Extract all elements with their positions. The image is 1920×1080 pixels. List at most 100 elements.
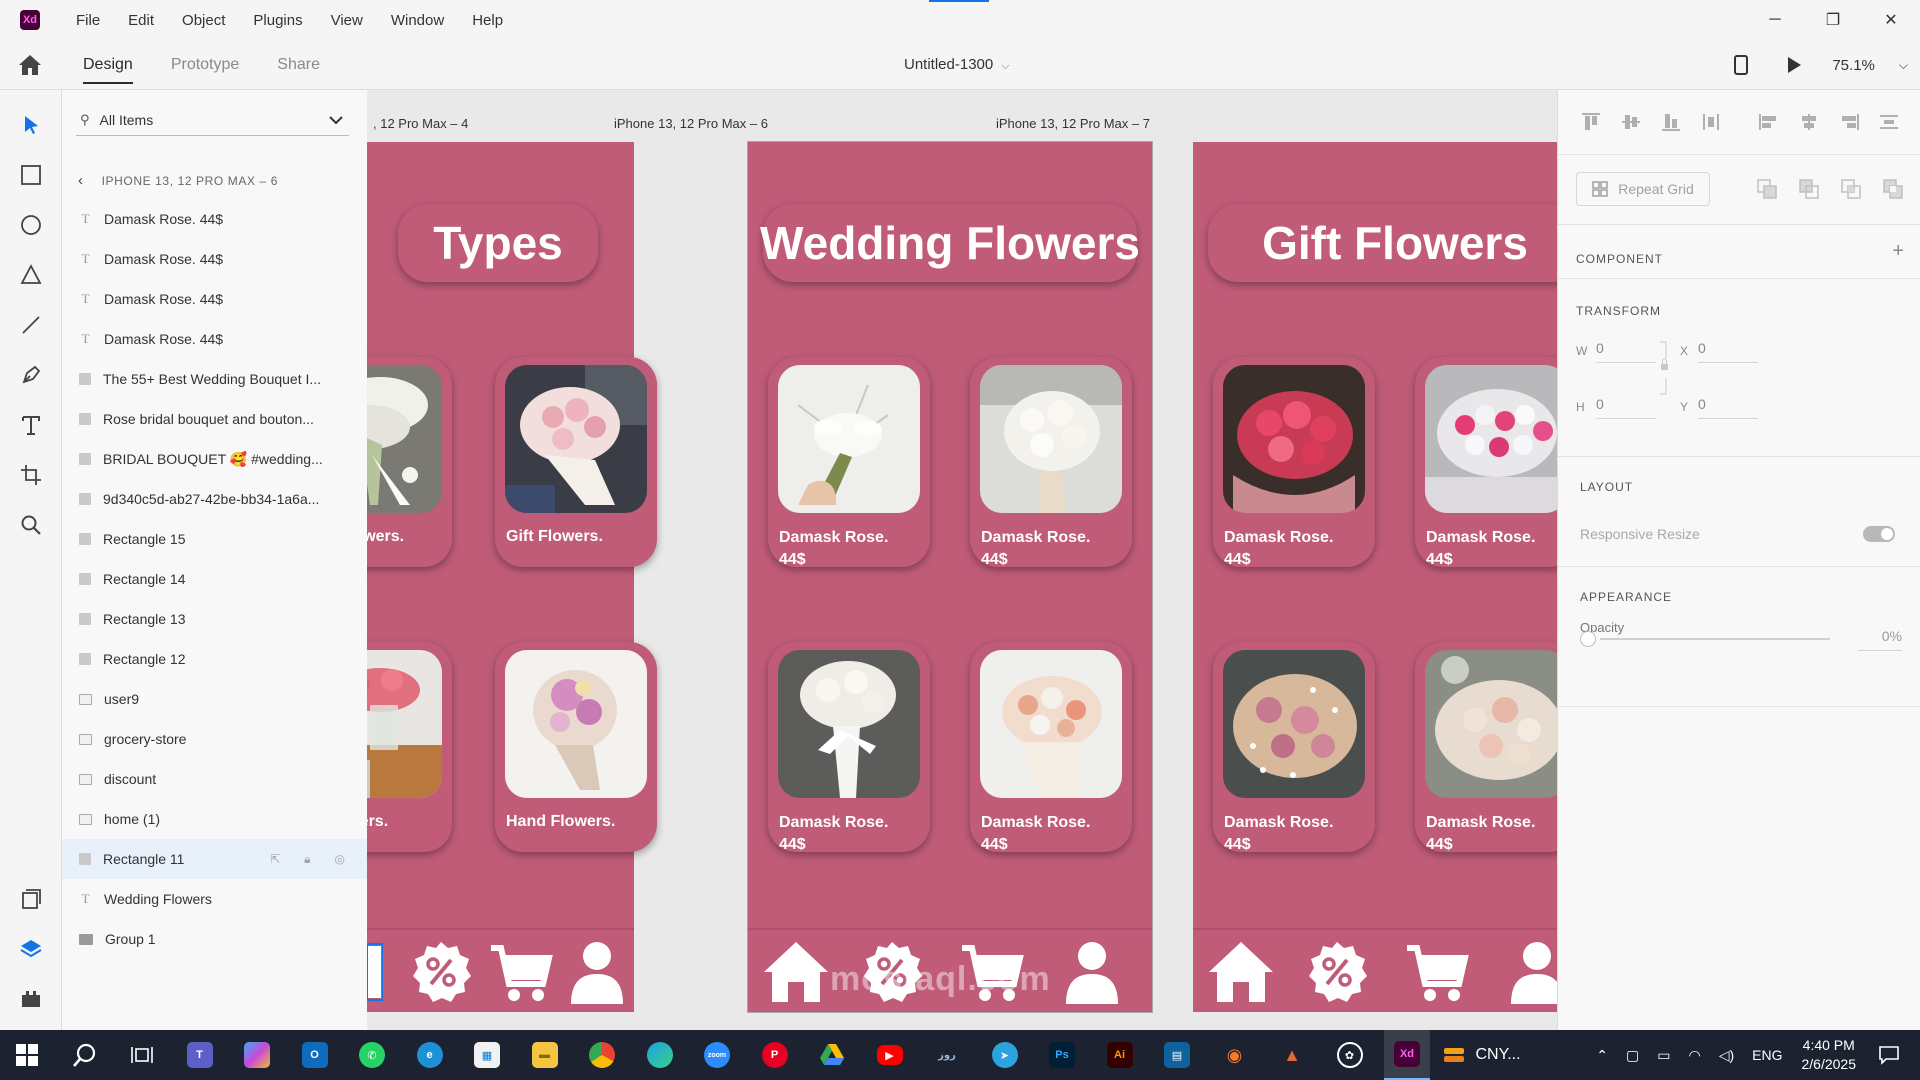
layer-item[interactable]: grocery-store [62,719,367,759]
layer-item[interactable]: 9d340c5d-ab27-42be-bb34-1a6a... [62,479,367,519]
user-nav-icon[interactable] [1503,938,1557,1006]
layers-filter[interactable]: ⚲ All Items [76,104,349,136]
responsive-resize-toggle[interactable] [1863,526,1895,542]
exclude-boolean-icon[interactable] [1882,178,1904,200]
chrome-icon[interactable] [579,1030,625,1080]
illustrator-icon[interactable]: Ai [1097,1030,1143,1080]
layer-item[interactable]: discount [62,759,367,799]
layer-item[interactable]: T Damask Rose. 44$ [62,279,367,319]
layer-item[interactable]: T Damask Rose. 44$ [62,199,367,239]
artboard-wedding-flowers[interactable]: Wedding Flowers Damask Rose. 44$ Damask … [747,141,1153,1013]
category-card[interactable]: Gift Flowers. [495,357,657,567]
rectangle-tool-icon[interactable] [18,162,44,188]
artboard-label[interactable]: iPhone 13, 12 Pro Max – 7 [996,116,1150,131]
align-middle-icon[interactable] [1620,112,1642,132]
pinterest-icon[interactable]: P [752,1030,798,1080]
breadcrumb[interactable]: ‹ IPHONE 13, 12 PRO MAX – 6 [78,172,278,189]
intersect-boolean-icon[interactable] [1840,178,1862,200]
close-button[interactable]: ✕ [1862,0,1920,40]
discount-nav-icon[interactable] [1303,938,1371,1006]
chevron-up-icon[interactable]: ⌃ [1596,1047,1608,1064]
telegram-icon[interactable]: ➤ [982,1030,1028,1080]
opacity-field[interactable]: 0% [1858,628,1902,651]
text-tool-icon[interactable] [18,412,44,438]
layer-item[interactable]: Rectangle 14 [62,559,367,599]
zoom-level[interactable]: 75.1% [1832,57,1875,74]
clock[interactable]: 4:40 PM 2/6/2025 [1802,1036,1857,1074]
home-nav-icon[interactable] [762,938,830,1006]
pen-tool-icon[interactable] [18,362,44,388]
repeat-grid-button[interactable]: Repeat Grid [1576,172,1710,206]
discount-nav-icon[interactable] [407,938,475,1006]
zoom-tool-icon[interactable] [18,512,44,538]
chatgpt-icon[interactable]: ✿ [1327,1030,1373,1080]
plugins-icon[interactable] [18,986,44,1012]
menu-plugins[interactable]: Plugins [239,12,316,29]
align-right-icon[interactable] [1838,112,1860,132]
layer-item[interactable]: Rectangle 12 [62,639,367,679]
artboard-label[interactable]: iPhone 13, 12 Pro Max – 6 [614,116,768,131]
chevron-down-icon[interactable] [329,115,343,125]
layer-item[interactable]: BRIDAL BOUQUET 🥰 #wedding... [62,439,367,479]
play-icon[interactable] [1786,56,1802,74]
layer-item[interactable]: Rose bridal bouquet and bouton... [62,399,367,439]
home-nav-icon[interactable] [1207,938,1275,1006]
add-component-icon[interactable]: + [1892,240,1904,263]
product-card[interactable]: Damask Rose. 44$ [768,642,930,852]
opacity-slider-track[interactable] [1600,638,1830,640]
menu-window[interactable]: Window [377,12,458,29]
product-card[interactable]: Damask Rose. 44$ [1213,357,1375,567]
align-top-icon[interactable] [1580,112,1602,132]
lock-icon[interactable]: 🔒︎ [304,852,310,867]
layer-item[interactable]: home (1) [62,799,367,839]
tab-prototype[interactable]: Prototype [152,40,258,90]
polygon-tool-icon[interactable] [18,262,44,288]
width-field[interactable]: 0 [1596,340,1656,363]
cart-nav-icon[interactable] [487,938,555,1006]
align-center-icon[interactable] [1798,112,1820,132]
layers-icon[interactable] [18,936,44,962]
layer-item[interactable]: T Damask Rose. 44$ [62,319,367,359]
select-tool-icon[interactable] [18,112,44,138]
category-card[interactable]: ce Flowers. [367,642,452,852]
artboard-gift-flowers[interactable]: Gift Flowers Damask Rose. 44$ Damask Ros… [1193,142,1557,1012]
menu-view[interactable]: View [317,12,377,29]
home-icon[interactable] [18,54,42,76]
youtube-icon[interactable]: ▶ [867,1030,913,1080]
height-field[interactable]: 0 [1596,396,1656,419]
y-field[interactable]: 0 [1698,396,1758,419]
tab-share[interactable]: Share [258,40,339,90]
task-view-icon[interactable] [119,1030,165,1080]
layer-item[interactable]: T Wedding Flowers [62,879,367,919]
meet-icon[interactable]: ▢ [1626,1047,1639,1064]
tab-design[interactable]: Design [64,40,152,90]
menu-edit[interactable]: Edit [114,12,168,29]
align-bottom-icon[interactable] [1660,112,1682,132]
design-canvas[interactable]: , 12 Pro Max – 4 Types ding Flowers. [367,90,1557,1030]
file-explorer-icon[interactable]: ▬ [522,1030,568,1080]
opacity-slider-handle[interactable] [1580,631,1596,647]
teams-icon[interactable]: T [177,1030,223,1080]
volume-icon[interactable]: ◁) [1719,1047,1734,1064]
outlook-icon[interactable]: O [292,1030,338,1080]
search-icon[interactable] [62,1030,108,1080]
copilot-icon[interactable] [234,1030,280,1080]
lock-aspect-icon[interactable] [1658,340,1670,396]
menu-file[interactable]: File [62,12,114,29]
product-card[interactable]: Damask Rose. 44$ [768,357,930,567]
layer-item[interactable]: Rectangle 15 [62,519,367,559]
layer-item[interactable]: T Damask Rose. 44$ [62,239,367,279]
artboard-label[interactable]: , 12 Pro Max – 4 [373,116,468,131]
distribute-horizontal-icon[interactable] [1878,112,1900,132]
align-left-icon[interactable] [1758,112,1780,132]
artboard-types[interactable]: Types ding Flowers. [367,142,657,1012]
add-boolean-icon[interactable] [1756,178,1778,200]
layer-item[interactable]: Rectangle 13 [62,599,367,639]
subtract-boolean-icon[interactable] [1798,178,1820,200]
device-preview-icon[interactable] [1734,55,1749,75]
windows-start-icon[interactable] [4,1030,50,1080]
user-nav-icon[interactable] [1058,938,1126,1006]
photoshop-icon[interactable]: Ps [1039,1030,1085,1080]
xd-taskbar-icon[interactable]: Xd [1384,1030,1430,1080]
chevron-left-icon[interactable]: ‹ [78,172,84,189]
